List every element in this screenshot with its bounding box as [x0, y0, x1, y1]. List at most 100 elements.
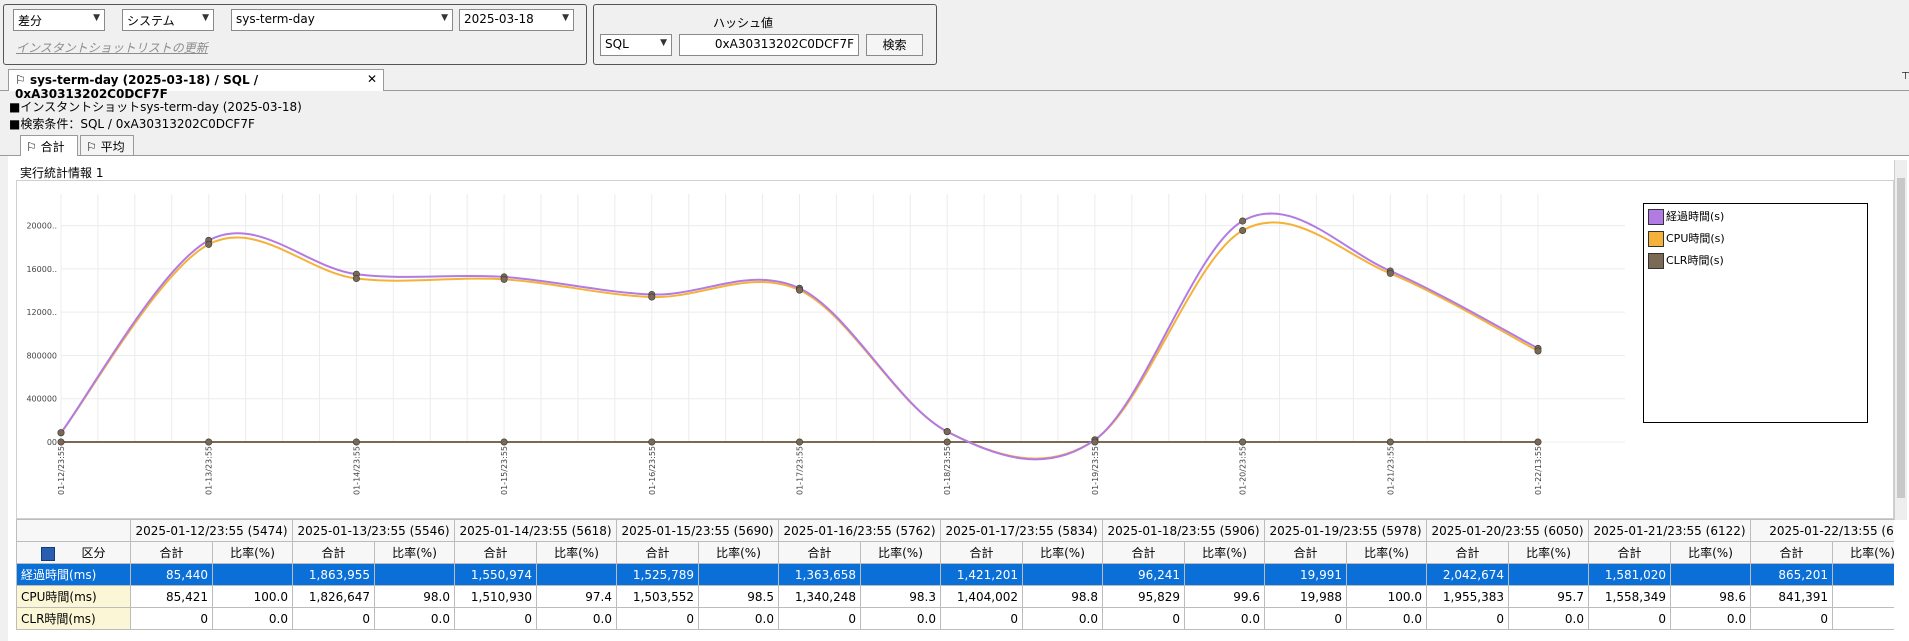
ratio-cell[interactable]: 0.0	[1670, 607, 1751, 630]
ratio-cell[interactable]	[1832, 563, 1894, 586]
corner-cell[interactable]	[16, 519, 131, 542]
row-label[interactable]: 経過時間(ms)	[16, 563, 131, 586]
ratio-cell[interactable]	[374, 563, 455, 586]
ratio-cell[interactable]	[860, 563, 941, 586]
ratio-cell[interactable]: 0.0	[1022, 607, 1103, 630]
total-cell[interactable]: 1,510,930	[454, 585, 537, 608]
column-header-ratio[interactable]: 比率(%)	[1184, 541, 1265, 564]
row-label[interactable]: CPU時間(ms)	[16, 585, 131, 608]
column-group-header[interactable]: 2025-01-14/23:55 (5618)	[454, 519, 617, 542]
category-header[interactable]: 区分	[16, 541, 131, 564]
ratio-cell[interactable]: 0.0	[1346, 607, 1427, 630]
column-group-header[interactable]: 2025-01-13/23:55 (5546)	[292, 519, 455, 542]
total-cell[interactable]: 19,991	[1264, 563, 1347, 586]
total-cell[interactable]: 0	[778, 607, 861, 630]
total-cell[interactable]: 85,421	[130, 585, 213, 608]
ratio-cell[interactable]	[698, 563, 779, 586]
column-header-ratio[interactable]: 比率(%)	[1670, 541, 1751, 564]
ratio-cell[interactable]	[212, 563, 293, 586]
column-group-header[interactable]: 2025-01-20/23:55 (6050)	[1426, 519, 1589, 542]
ratio-cell[interactable]: 0.0	[698, 607, 779, 630]
ratio-cell[interactable]: 0.0	[1184, 607, 1265, 630]
row-label[interactable]: CLR時間(ms)	[16, 607, 131, 630]
column-header-ratio[interactable]: 比率(%)	[536, 541, 617, 564]
column-header-total[interactable]: 合計	[454, 541, 537, 564]
column-group-header[interactable]: 2025-01-17/23:55 (5834)	[940, 519, 1103, 542]
ratio-cell[interactable]: 0.0	[212, 607, 293, 630]
total-cell[interactable]: 0	[1426, 607, 1509, 630]
ratio-cell[interactable]: 0.0	[1508, 607, 1589, 630]
total-cell[interactable]: 0	[130, 607, 213, 630]
ratio-cell[interactable]	[1670, 563, 1751, 586]
column-header-total[interactable]: 合計	[1426, 541, 1509, 564]
column-header-total[interactable]: 合計	[940, 541, 1023, 564]
ratio-cell[interactable]: 0.0	[860, 607, 941, 630]
column-header-ratio[interactable]: 比率(%)	[212, 541, 293, 564]
total-cell[interactable]: 1,581,020	[1588, 563, 1671, 586]
total-cell[interactable]: 85,440	[130, 563, 213, 586]
total-cell[interactable]: 841,391	[1750, 585, 1833, 608]
ratio-cell[interactable]: 98.6	[1670, 585, 1751, 608]
column-header-total[interactable]: 合計	[1750, 541, 1833, 564]
total-cell[interactable]: 1,363,658	[778, 563, 861, 586]
column-header-total[interactable]: 合計	[616, 541, 699, 564]
total-cell[interactable]: 1,340,248	[778, 585, 861, 608]
ratio-cell[interactable]	[1832, 585, 1894, 608]
column-group-header[interactable]: 2025-01-18/23:55 (5906)	[1102, 519, 1265, 542]
column-group-header[interactable]: 2025-01-22/13:55 (6	[1750, 519, 1894, 542]
column-header-ratio[interactable]: 比率(%)	[1832, 541, 1894, 564]
total-cell[interactable]: 0	[940, 607, 1023, 630]
total-cell[interactable]: 1,404,002	[940, 585, 1023, 608]
column-header-ratio[interactable]: 比率(%)	[698, 541, 779, 564]
total-cell[interactable]: 0	[454, 607, 537, 630]
total-cell[interactable]: 1,503,552	[616, 585, 699, 608]
column-group-header[interactable]: 2025-01-15/23:55 (5690)	[616, 519, 779, 542]
column-header-ratio[interactable]: 比率(%)	[860, 541, 941, 564]
column-header-total[interactable]: 合計	[292, 541, 375, 564]
ratio-cell[interactable]: 98.5	[698, 585, 779, 608]
total-cell[interactable]: 95,829	[1102, 585, 1185, 608]
column-header-ratio[interactable]: 比率(%)	[1346, 541, 1427, 564]
ratio-cell[interactable]: 0.0	[536, 607, 617, 630]
ratio-cell[interactable]	[536, 563, 617, 586]
ratio-cell[interactable]: 0.0	[374, 607, 455, 630]
ratio-cell[interactable]	[1346, 563, 1427, 586]
total-cell[interactable]: 0	[1102, 607, 1185, 630]
total-cell[interactable]: 0	[616, 607, 699, 630]
total-cell[interactable]: 1,955,383	[1426, 585, 1509, 608]
total-cell[interactable]: 1,558,349	[1588, 585, 1671, 608]
ratio-cell[interactable]	[1508, 563, 1589, 586]
column-group-header[interactable]: 2025-01-21/23:55 (6122)	[1588, 519, 1751, 542]
ratio-cell[interactable]	[1184, 563, 1265, 586]
total-cell[interactable]: 1,863,955	[292, 563, 375, 586]
total-cell[interactable]: 19,988	[1264, 585, 1347, 608]
total-cell[interactable]: 1,550,974	[454, 563, 537, 586]
table-row[interactable]: CPU時間(ms) 85,421 100.0 1,826,647 98.0 1,510,9…	[16, 585, 1894, 608]
column-group-header[interactable]: 2025-01-12/23:55 (5474)	[130, 519, 293, 542]
total-cell[interactable]: 865,201	[1750, 563, 1833, 586]
save-icon[interactable]	[41, 546, 56, 561]
total-cell[interactable]: 1,525,789	[616, 563, 699, 586]
ratio-cell[interactable]: 95.7	[1508, 585, 1589, 608]
ratio-cell[interactable]: 98.0	[374, 585, 455, 608]
ratio-cell[interactable]: 100.0	[212, 585, 293, 608]
table-row[interactable]: 経過時間(ms) 85,440 1,863,955 1,550,974 1,525,78…	[16, 563, 1894, 586]
column-header-ratio[interactable]: 比率(%)	[1022, 541, 1103, 564]
total-cell[interactable]: 0	[1750, 607, 1833, 630]
total-cell[interactable]: 96,241	[1102, 563, 1185, 586]
column-header-total[interactable]: 合計	[1264, 541, 1347, 564]
column-group-header[interactable]: 2025-01-19/23:55 (5978)	[1264, 519, 1427, 542]
column-header-total[interactable]: 合計	[1102, 541, 1185, 564]
ratio-cell[interactable]	[1832, 607, 1894, 630]
column-header-ratio[interactable]: 比率(%)	[374, 541, 455, 564]
column-header-total[interactable]: 合計	[130, 541, 213, 564]
ratio-cell[interactable]: 98.8	[1022, 585, 1103, 608]
total-cell[interactable]: 0	[292, 607, 375, 630]
ratio-cell[interactable]	[1022, 563, 1103, 586]
ratio-cell[interactable]: 100.0	[1346, 585, 1427, 608]
table-row[interactable]: CLR時間(ms) 0 0.0 0 0.0 0 0.0 0 0.0 0 0.0 0 0.0 0 0.0 0 0.…	[16, 607, 1894, 630]
total-cell[interactable]: 0	[1588, 607, 1671, 630]
column-header-ratio[interactable]: 比率(%)	[1508, 541, 1589, 564]
total-cell[interactable]: 2,042,674	[1426, 563, 1509, 586]
ratio-cell[interactable]: 98.3	[860, 585, 941, 608]
